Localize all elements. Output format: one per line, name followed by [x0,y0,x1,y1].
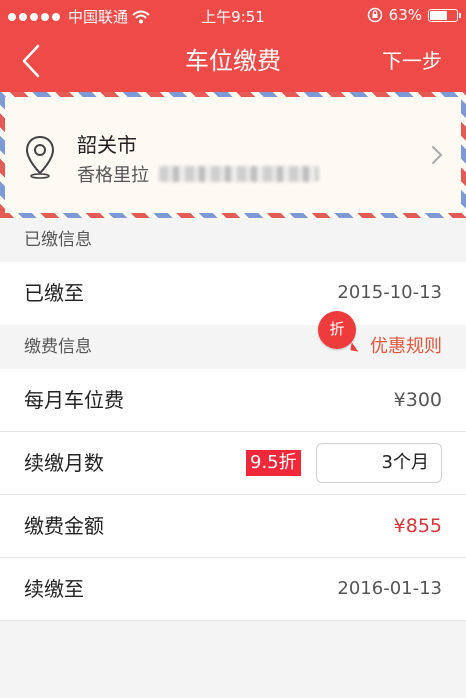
monthly-fee-value: ¥300 [393,389,442,411]
renew-until-row: 续缴至 2016-01-13 [0,558,466,621]
address-card[interactable]: 韶关市 香格里拉 [0,92,466,218]
next-step-button[interactable]: 下一步 [382,30,442,92]
payment-amount-row: 缴费金额 ¥855 [0,495,466,558]
renew-months-row: 续缴月数 9.5折 3个月 [0,432,466,495]
nav-bar: 车位缴费 下一步 [0,30,466,92]
months-select[interactable]: 3个月 [316,443,442,483]
paid-info-section-title: 已缴信息 [0,218,466,262]
discount-badge-icon: 折 [318,311,356,349]
payment-info-section-title: 缴费信息 折 优惠规则 [0,311,466,369]
paid-info-section-label: 已缴信息 [24,230,92,250]
address-detail-text: 香格里拉 [77,165,149,186]
discount-tag: 9.5折 [246,450,301,476]
address-detail: 香格里拉 [77,161,319,187]
status-right: 63% [367,6,461,24]
address-redacted [159,166,319,182]
renew-until-label: 续缴至 [24,577,84,601]
rotation-lock-icon [367,7,382,23]
discount-rules-link[interactable]: 优惠规则 [370,325,442,369]
renew-months-label: 续缴月数 [24,451,104,475]
battery-percent: 63% [388,6,422,24]
payment-info-section-label: 缴费信息 [24,337,92,357]
renew-until-value: 2016-01-13 [337,578,442,599]
payment-amount-value: ¥855 [393,515,442,537]
chevron-right-icon [432,146,443,164]
monthly-fee-row: 每月车位费 ¥300 [0,369,466,432]
payment-amount-label: 缴费金额 [24,514,104,538]
battery-icon [428,8,461,22]
monthly-fee-label: 每月车位费 [24,388,124,412]
paid-until-label: 已缴至 [24,281,84,305]
address-city: 韶关市 [77,133,137,157]
status-bar: 中国联通 上午9:51 63% [0,0,466,30]
paid-until-value: 2015-10-13 [337,282,442,303]
bottom-background [0,628,466,698]
page: 中国联通 上午9:51 63% 车位缴费 下一步 韶关市 香格里拉 已缴信息 已… [0,0,466,698]
paid-until-row: 已缴至 2015-10-13 [0,262,466,325]
location-pin-icon [25,135,55,179]
